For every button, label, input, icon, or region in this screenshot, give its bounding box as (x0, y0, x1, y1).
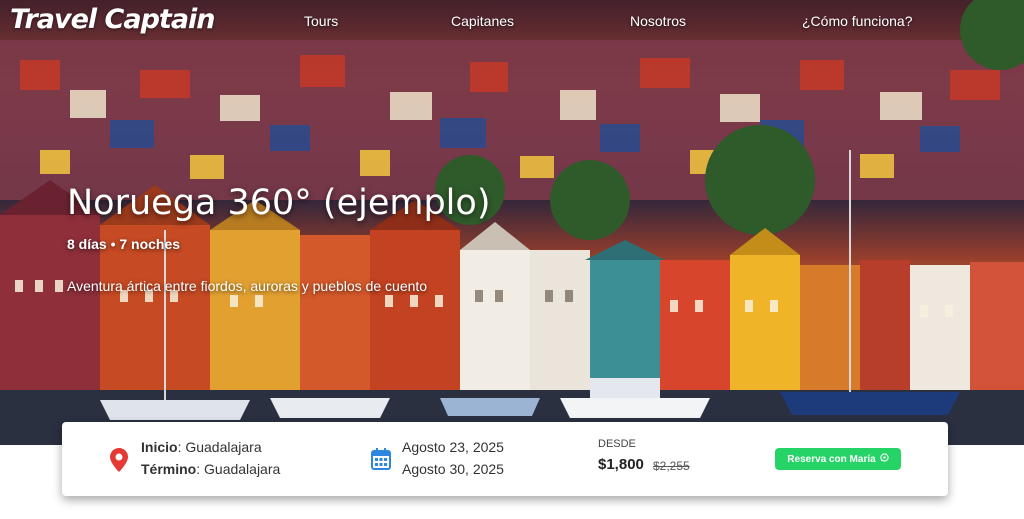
brand-logo[interactable]: Travel Captain (10, 4, 216, 35)
tour-subtitle: Aventura ártica entre fiordos, auroras y… (67, 278, 428, 294)
whatsapp-icon (880, 453, 889, 465)
trip-info-card: Inicio: Guadalajara Término: Guadalajara… (62, 422, 948, 496)
price-original: $2,255 (653, 459, 690, 473)
price-label: DESDE (598, 438, 636, 450)
price-current: $1,800 (598, 456, 644, 473)
date-end: Agosto 30, 2025 (402, 461, 504, 477)
nav-tours[interactable]: Tours (304, 13, 338, 29)
end-value: Guadalajara (204, 461, 281, 477)
end-label: Término (141, 461, 197, 477)
nav-capitanes[interactable]: Capitanes (451, 13, 514, 29)
date-start: Agosto 23, 2025 (402, 439, 504, 455)
location-pin-icon (110, 448, 128, 477)
trip-end: Término: Guadalajara (141, 461, 281, 477)
reserve-whatsapp-button[interactable]: Reserva con María (775, 448, 901, 470)
tour-title: Noruega 360° (ejemplo) (67, 183, 491, 223)
trip-start: Inicio: Guadalajara (141, 439, 262, 455)
start-label: Inicio (141, 439, 178, 455)
tour-duration: 8 días • 7 noches (67, 236, 181, 252)
nav-como-funciona[interactable]: ¿Cómo funciona? (802, 13, 913, 29)
hero-banner: Travel Captain Tours Capitanes Nosotros … (0, 0, 1024, 445)
top-navbar: Travel Captain Tours Capitanes Nosotros … (0, 0, 1024, 44)
cta-label: Reserva con María (787, 453, 876, 465)
nav-nosotros[interactable]: Nosotros (630, 13, 686, 29)
start-value: Guadalajara (185, 439, 262, 455)
calendar-icon (371, 448, 391, 475)
